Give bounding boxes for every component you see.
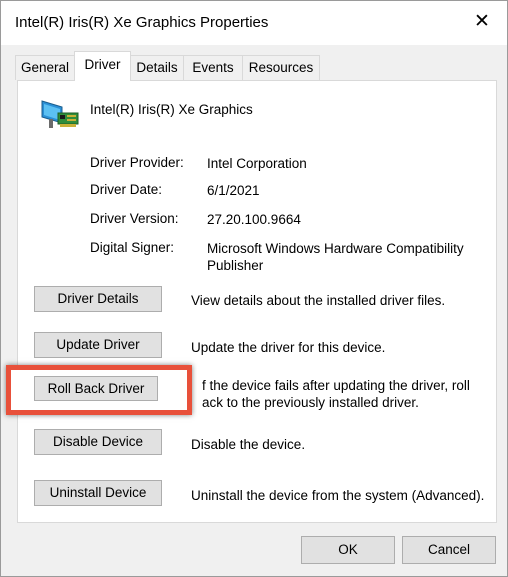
cancel-button[interactable]: Cancel [402,536,496,564]
ok-button[interactable]: OK [301,536,395,564]
driver-details-button[interactable]: Driver Details [34,286,162,312]
driver-version-label: Driver Version: [90,211,179,226]
driver-provider-value: Intel Corporation [207,156,307,171]
driver-version-value: 27.20.100.9664 [207,212,301,227]
close-icon[interactable]: ✕ [471,11,493,33]
tab-general[interactable]: General [15,55,75,80]
device-name: Intel(R) Iris(R) Xe Graphics [90,102,253,117]
update-driver-button[interactable]: Update Driver [34,332,162,358]
driver-details-description: View details about the installed driver … [191,293,446,308]
display-adapter-icon [41,100,79,128]
uninstall-device-button[interactable]: Uninstall Device [34,480,162,506]
disable-device-button[interactable]: Disable Device [34,429,162,455]
window-title: Intel(R) Iris(R) Xe Graphics Properties [15,14,269,31]
disable-device-description: Disable the device. [191,437,306,452]
driver-date-label: Driver Date: [90,182,163,197]
tab-driver[interactable]: Driver [74,51,131,81]
tab-details[interactable]: Details [130,55,184,80]
roll-back-driver-button[interactable]: Roll Back Driver [34,376,158,401]
roll-back-description-line1: f the device fails after updating the dr… [202,378,470,393]
properties-window: Intel(R) Iris(R) Xe Graphics Properties … [0,0,508,577]
tab-resources[interactable]: Resources [242,55,320,80]
update-driver-description: Update the driver for this device. [191,340,386,355]
driver-date-value: 6/1/2021 [207,183,260,198]
driver-tab-panel: Intel(R) Iris(R) Xe Graphics Driver Prov… [17,80,497,523]
driver-provider-label: Driver Provider: [90,155,184,170]
tab-events[interactable]: Events [183,55,243,80]
roll-back-description-line2: ack to the previously installed driver. [202,395,419,410]
digital-signer-value: Microsoft Windows Hardware Compatibility… [207,241,464,273]
digital-signer-label: Digital Signer: [90,240,175,255]
roll-back-highlight-box: Roll Back Driver [6,365,192,415]
uninstall-device-description: Uninstall the device from the system (Ad… [191,488,485,503]
title-bar: Intel(R) Iris(R) Xe Graphics Properties … [1,1,507,45]
